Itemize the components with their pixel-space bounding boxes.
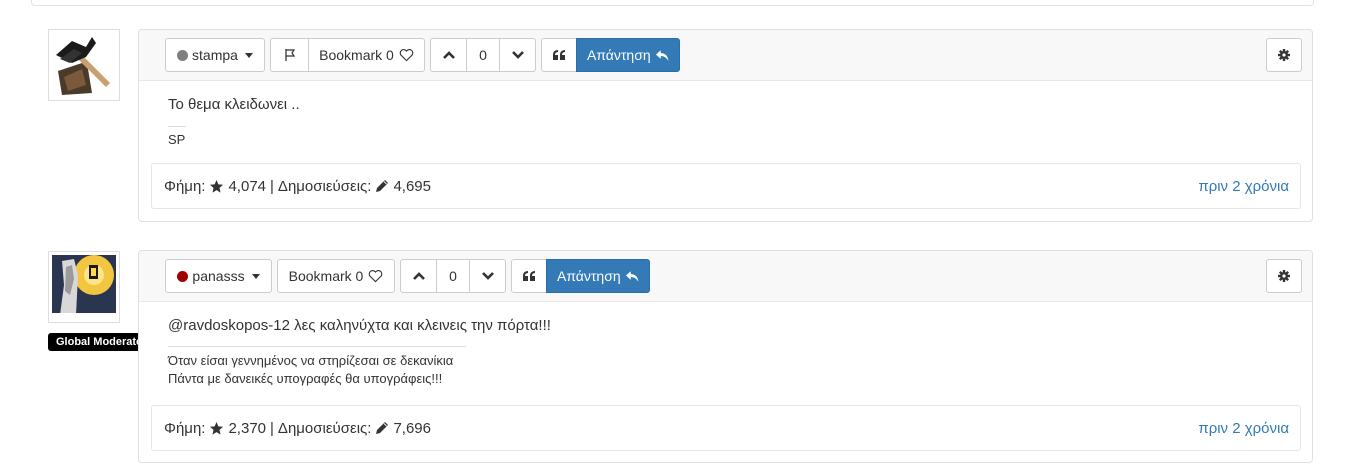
author-name: panasss bbox=[192, 268, 245, 284]
reply-button[interactable]: Απάντηση bbox=[546, 259, 650, 293]
post-text: @ravdoskopos-12 λες καληνύχτα και κλεινε… bbox=[168, 317, 551, 334]
author-avatar[interactable] bbox=[48, 29, 120, 101]
post-toolbar: stampa Bookmark 0 0 Απάντηση bbox=[165, 38, 685, 72]
reputation-label: Φήμη: bbox=[164, 419, 206, 437]
pencil-icon bbox=[376, 180, 389, 192]
author-dropdown-button[interactable]: stampa bbox=[165, 38, 265, 72]
group-badge[interactable]: Global Moderators bbox=[48, 333, 138, 351]
chevron-down-icon bbox=[511, 51, 524, 59]
user-status-dot bbox=[177, 49, 189, 61]
flag-button[interactable] bbox=[270, 38, 309, 72]
bookmark-label: Bookmark 0 bbox=[288, 268, 364, 284]
post-card: panasss Bookmark 0 0 Απάντηση @ravdoskop… bbox=[138, 250, 1313, 463]
chevron-down-icon bbox=[244, 52, 253, 58]
bookmark-button[interactable]: Bookmark 0 bbox=[277, 259, 395, 293]
chevron-up-icon bbox=[442, 51, 455, 59]
author-stats: Φήμη: 2,370 | Δημοσιεύσεις: 7,696 bbox=[164, 420, 431, 437]
post-signature: SP bbox=[168, 131, 1312, 149]
author-dropdown-button[interactable]: panasss bbox=[165, 259, 272, 293]
stats-separator: | bbox=[270, 177, 274, 195]
heart-icon bbox=[399, 49, 414, 62]
post-timestamp-link[interactable]: πριν 2 χρόνια bbox=[1198, 178, 1289, 195]
star-icon bbox=[210, 179, 224, 193]
reply-arrow-icon bbox=[655, 49, 669, 61]
signature-line: Πάντα με δανεικές υπογραφές θα υπογράφει… bbox=[168, 371, 443, 386]
posts-label: Δημοσιεύσεις: bbox=[277, 177, 372, 195]
author-name: stampa bbox=[192, 47, 238, 63]
post-text: Το θεμα κλειδωνει .. bbox=[168, 96, 300, 113]
posts-label: Δημοσιεύσεις: bbox=[277, 419, 372, 437]
vote-count-value: 0 bbox=[449, 268, 457, 284]
post-toolbar-bar: stampa Bookmark 0 0 Απάντηση bbox=[139, 30, 1312, 81]
chevron-down-icon bbox=[251, 273, 260, 279]
post-content: Το θεμα κλειδωνει .. SP bbox=[139, 81, 1312, 149]
post-settings-button[interactable] bbox=[1266, 259, 1302, 293]
signature-line: SP bbox=[168, 132, 186, 147]
post-content: @ravdoskopos-12 λες καληνύχτα και κλεινε… bbox=[139, 302, 1312, 388]
reply-button[interactable]: Απάντηση bbox=[576, 38, 680, 72]
heart-icon bbox=[369, 270, 383, 283]
post-toolbar: panasss Bookmark 0 0 Απάντηση bbox=[165, 259, 655, 293]
signature-line: Όταν είσαι γεννημένος να στηρίζεσαι σε δ… bbox=[168, 353, 454, 368]
star-icon bbox=[210, 421, 224, 435]
vote-count: 0 bbox=[466, 38, 500, 72]
posts-value: 4,695 bbox=[393, 177, 431, 195]
bookmark-label: Bookmark 0 bbox=[319, 47, 394, 63]
stats-separator: | bbox=[270, 419, 274, 437]
author-stats: Φήμη: 4,074 | Δημοσιεύσεις: 4,695 bbox=[164, 178, 431, 195]
post-toolbar-bar: panasss Bookmark 0 0 Απάντηση bbox=[139, 251, 1312, 302]
reply-arrow-icon bbox=[625, 270, 639, 282]
user-status-dot bbox=[177, 270, 189, 282]
chevron-down-icon bbox=[481, 272, 494, 280]
downvote-button[interactable] bbox=[499, 38, 536, 72]
group-badge-label: Global Moderators bbox=[56, 336, 138, 348]
chevron-up-icon bbox=[412, 272, 425, 280]
reply-label: Απάντηση bbox=[587, 47, 651, 63]
vote-count-value: 0 bbox=[479, 47, 487, 63]
bookmark-button[interactable]: Bookmark 0 bbox=[308, 38, 425, 72]
signature-divider bbox=[168, 126, 186, 127]
post-settings-button[interactable] bbox=[1266, 38, 1302, 72]
quote-button[interactable] bbox=[541, 38, 577, 72]
quote-icon bbox=[523, 271, 535, 281]
post-card: stampa Bookmark 0 0 Απάντηση Το θεμα κλε… bbox=[138, 29, 1313, 222]
avatar-image-hammer bbox=[52, 33, 116, 97]
avatar-image-lantern-figure bbox=[52, 255, 116, 319]
previous-post-card-edge bbox=[31, 0, 1314, 6]
flag-icon bbox=[284, 49, 295, 61]
pencil-icon bbox=[376, 422, 389, 434]
reputation-value: 2,370 bbox=[228, 419, 267, 437]
reputation-value: 4,074 bbox=[228, 177, 267, 195]
posts-value: 7,696 bbox=[393, 419, 431, 437]
quote-button[interactable] bbox=[511, 259, 547, 293]
post-footer: Φήμη: 2,370 | Δημοσιεύσεις: 7,696 πριν 2… bbox=[151, 405, 1301, 451]
signature-divider bbox=[168, 346, 466, 347]
vote-count: 0 bbox=[436, 259, 470, 293]
downvote-button[interactable] bbox=[469, 259, 506, 293]
author-avatar[interactable] bbox=[48, 251, 120, 323]
post-signature: Όταν είσαι γεννημένος να στηρίζεσαι σε δ… bbox=[168, 352, 1312, 388]
gear-icon bbox=[1278, 49, 1290, 61]
quote-icon bbox=[553, 50, 565, 60]
upvote-button[interactable] bbox=[430, 38, 467, 72]
reputation-label: Φήμη: bbox=[164, 177, 206, 195]
gear-icon bbox=[1278, 270, 1290, 282]
post-timestamp-link[interactable]: πριν 2 χρόνια bbox=[1198, 420, 1289, 437]
upvote-button[interactable] bbox=[400, 259, 437, 293]
reply-label: Απάντηση bbox=[557, 268, 621, 284]
post-footer: Φήμη: 4,074 | Δημοσιεύσεις: 4,695 πριν 2… bbox=[151, 163, 1301, 209]
